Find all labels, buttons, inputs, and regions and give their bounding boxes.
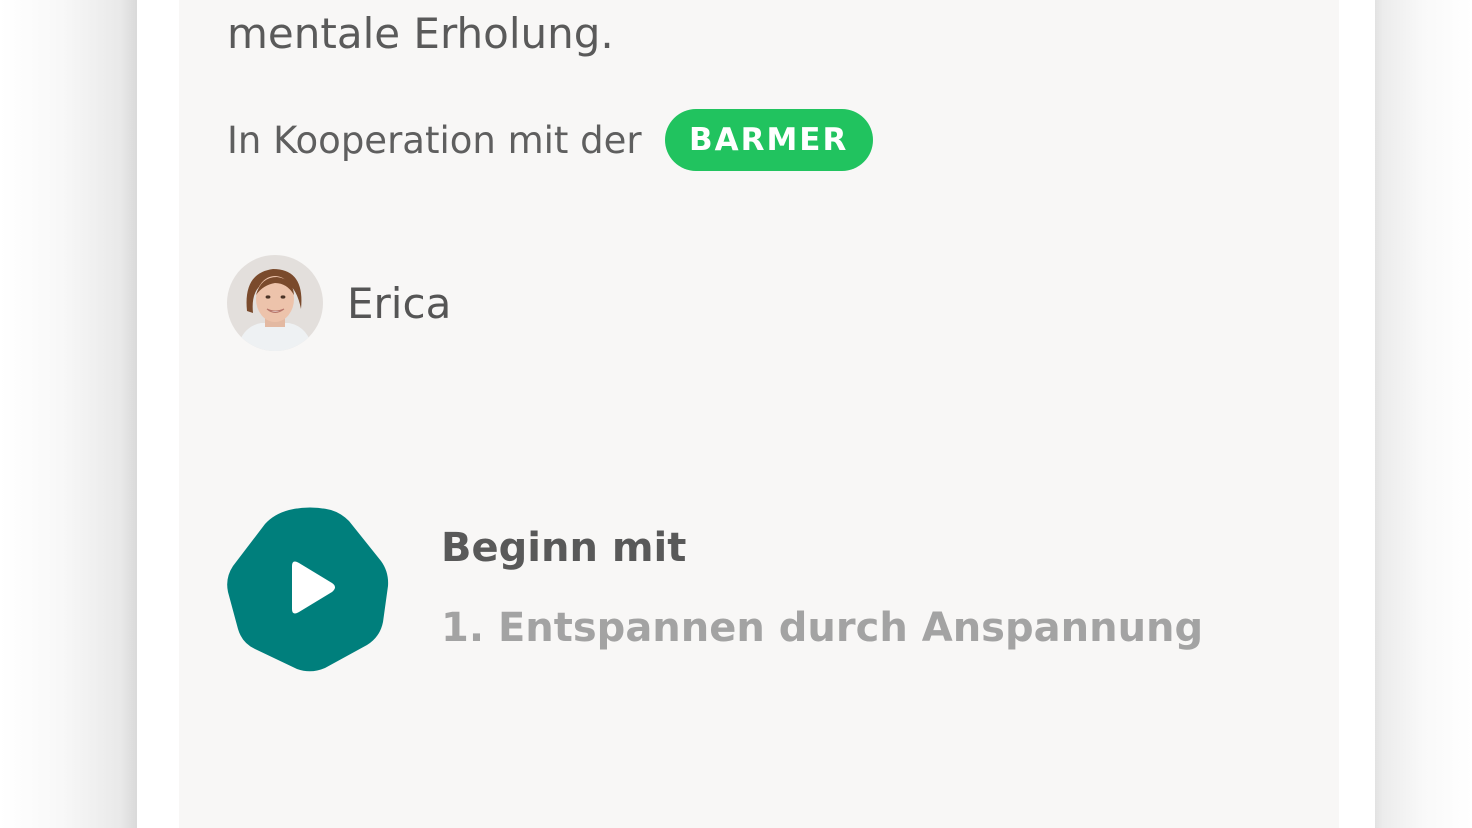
next-session-title: 1. Entspannen durch Anspannung [441,600,1203,656]
right-edge-shadow [1375,0,1472,828]
play-button[interactable] [225,504,395,674]
course-description: mentale Erholung. [227,8,614,60]
author-name: Erica [347,279,451,328]
play-icon [225,504,395,674]
next-session-info[interactable]: Beginn mit 1. Entspannen durch Anspannun… [441,520,1203,656]
next-session-heading: Beginn mit [441,520,1203,576]
course-card: mentale Erholung. In Kooperation mit der… [179,0,1339,828]
left-edge-shadow [0,0,137,828]
cooperation-label: In Kooperation mit der [227,119,642,162]
app-window: mentale Erholung. In Kooperation mit der… [137,0,1375,828]
partner-badge: BARMER [665,109,873,171]
screen: mentale Erholung. In Kooperation mit der… [0,0,1472,828]
author-row[interactable]: Erica [227,255,451,351]
cooperation-row: In Kooperation mit der BARMER [227,108,873,172]
author-avatar [227,255,323,351]
